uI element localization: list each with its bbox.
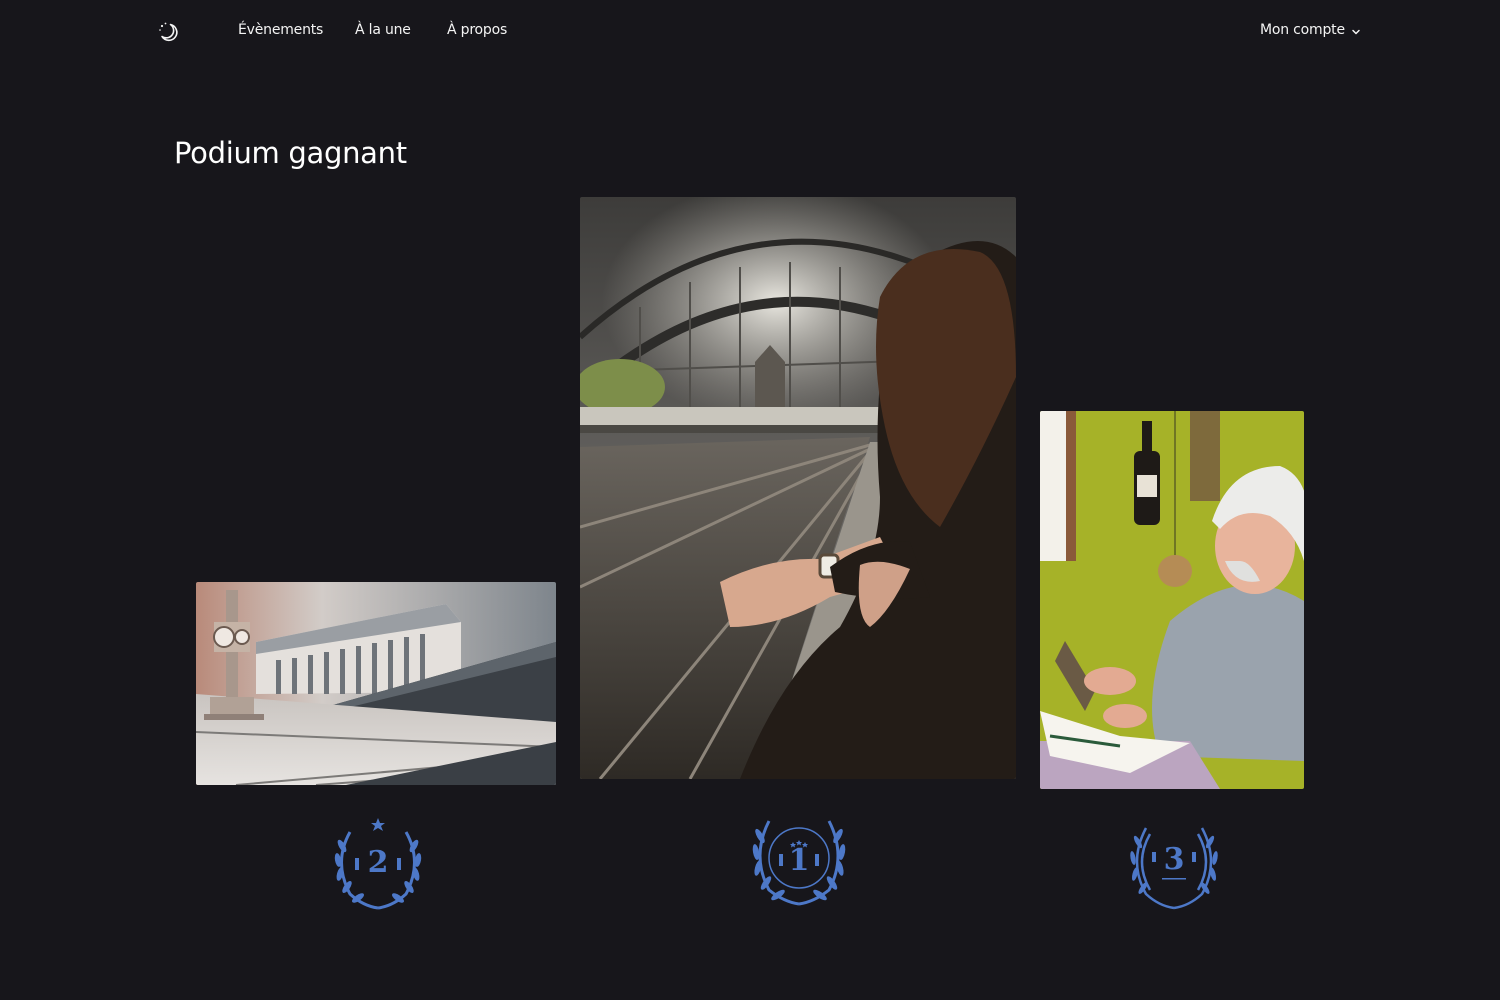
moon-stars-icon[interactable] [156, 20, 180, 44]
rank-number: 2 [367, 844, 389, 880]
nav-link-events[interactable]: Évènements [238, 22, 323, 38]
rank-number: 1 [788, 842, 810, 878]
top-navigation: Évènements À la une À propos Mon compte [0, 0, 1500, 64]
podium-photo-third[interactable] [1040, 411, 1304, 789]
rank-badge-first: 1 [749, 806, 849, 906]
account-menu-button[interactable]: Mon compte [1260, 22, 1361, 38]
chevron-down-icon [1351, 25, 1361, 35]
nav-link-about[interactable]: À propos [447, 22, 507, 38]
podium-photo-first[interactable] [580, 197, 1016, 779]
train-station-watch-photo [580, 197, 1016, 779]
nav-link-featured[interactable]: À la une [355, 22, 411, 38]
page-title: Podium gagnant [174, 136, 407, 170]
old-man-reading-photo [1040, 411, 1304, 789]
rank-badge-second: 2 [328, 812, 428, 912]
page: Évènements À la une À propos Mon compte … [0, 0, 1500, 1000]
podium-photo-second[interactable] [196, 582, 556, 785]
bordeaux-square-clock-photo [196, 582, 556, 785]
account-label: Mon compte [1260, 22, 1345, 38]
rank-number: 3 [1163, 841, 1185, 877]
rank-badge-third: 3 [1124, 812, 1224, 912]
